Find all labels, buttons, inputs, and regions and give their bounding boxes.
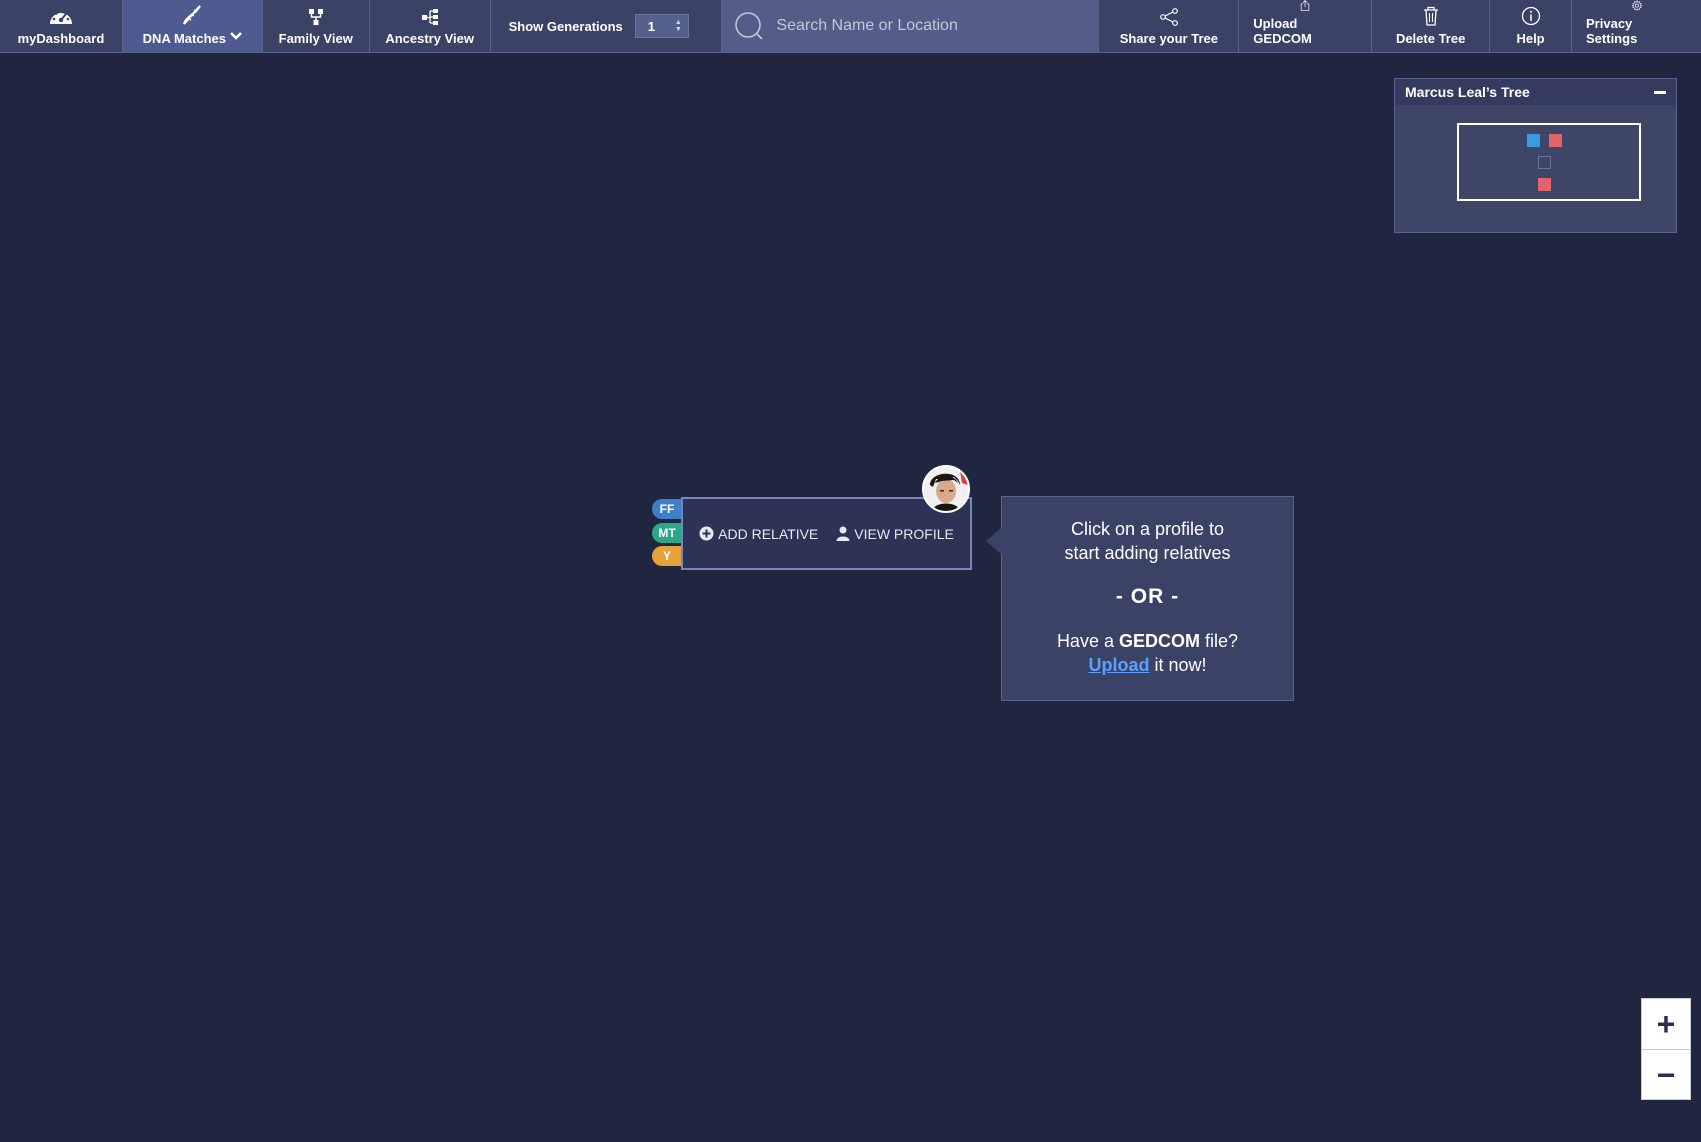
- tooltip-have-a: Have a: [1056, 631, 1114, 651]
- minimize-icon[interactable]: [1654, 90, 1666, 94]
- badge-y[interactable]: Y: [652, 546, 682, 566]
- tooltip-line-2: start adding relatives: [1064, 543, 1231, 563]
- nav-share-tree[interactable]: Share your Tree: [1099, 0, 1240, 52]
- nav-help-label: Help: [1516, 31, 1545, 46]
- nav-ancestry-view[interactable]: Ancestry View: [370, 0, 491, 52]
- nav-upload-gedcom[interactable]: Upload GEDCOM: [1239, 0, 1373, 52]
- nav-upload-label: Upload GEDCOM: [1253, 16, 1312, 46]
- gear-icon: [1631, 0, 1642, 11]
- view-profile-label: VIEW PROFILE: [854, 525, 954, 542]
- nav-share-label: Share your Tree: [1119, 31, 1218, 46]
- user-icon: [836, 526, 850, 541]
- nav-help[interactable]: Help: [1490, 0, 1573, 52]
- zoom-out-button[interactable]: −: [1642, 1049, 1690, 1100]
- person-card[interactable]: ADD RELATIVE VIEW PROFILE: [681, 497, 972, 570]
- dna-helix-icon: [183, 5, 202, 25]
- nav-privacy-settings[interactable]: Privacy Settings: [1572, 0, 1701, 52]
- add-relative-button[interactable]: ADD RELATIVE: [699, 526, 818, 542]
- nav-family-view-label: Family View: [278, 31, 353, 46]
- upload-icon: [1301, 0, 1310, 11]
- tooltip-upload-line: Upload it now!: [1002, 653, 1293, 677]
- top-navigation-bar: myDashboard DNA Matches Family View Ance…: [0, 0, 1701, 53]
- upload-link[interactable]: Upload: [1088, 655, 1149, 675]
- nav-dna-matches[interactable]: DNA Matches: [122, 0, 263, 52]
- search-input[interactable]: [774, 16, 1099, 36]
- nav-family-view[interactable]: Family View: [263, 0, 370, 52]
- tree-overview-panel: Marcus Leal’s Tree: [1394, 78, 1677, 233]
- plus-circle-icon: [699, 526, 714, 541]
- avatar-portrait-icon: [924, 467, 968, 511]
- generations-select[interactable]: 1 ▲ ▼: [634, 14, 689, 38]
- nav-ancestry-view-label: Ancestry View: [385, 31, 474, 46]
- nav-delete-label: Delete Tree: [1395, 31, 1466, 46]
- nav-dashboard-label: myDashboard: [17, 31, 105, 46]
- tree-node-female: [1549, 134, 1562, 147]
- tree-panel-header: Marcus Leal’s Tree: [1395, 79, 1676, 105]
- family-tree-icon: [308, 9, 323, 25]
- show-generations-control: Show Generations 1 ▲ ▼: [491, 0, 723, 52]
- zoom-controls: + −: [1641, 998, 1691, 1100]
- add-relative-label: ADD RELATIVE: [718, 525, 819, 542]
- show-generations-label: Show Generations: [508, 18, 623, 34]
- tree-node-male: [1527, 134, 1540, 147]
- tree-node-unknown: [1538, 156, 1551, 169]
- badge-ff[interactable]: FF: [652, 499, 682, 519]
- tooltip-gedcom-line: Have a GEDCOM file?: [1002, 629, 1293, 653]
- tooltip-or: - OR -: [1115, 585, 1180, 608]
- search-bar: [722, 0, 1100, 52]
- view-profile-button[interactable]: VIEW PROFILE: [836, 526, 954, 542]
- share-icon: [1159, 8, 1178, 26]
- chevron-down-icon: [230, 32, 242, 40]
- tree-preview-viewport[interactable]: [1457, 123, 1641, 201]
- nav-delete-tree[interactable]: Delete Tree: [1372, 0, 1491, 52]
- help-tooltip: Click on a profile to start adding relat…: [986, 496, 1294, 701]
- tree-panel-title: Marcus Leal’s Tree: [1405, 84, 1530, 100]
- search-icon: [735, 12, 763, 40]
- trash-icon: [1423, 6, 1438, 26]
- zoom-in-button[interactable]: +: [1642, 999, 1690, 1049]
- tree-node-root: [1538, 178, 1551, 191]
- profile-avatar[interactable]: [922, 465, 970, 513]
- tooltip-it-now: it now!: [1154, 655, 1207, 675]
- nav-dna-matches-label: DNA Matches: [142, 31, 226, 46]
- ancestry-tree-icon: [421, 9, 438, 25]
- nav-dashboard[interactable]: myDashboard: [0, 0, 123, 52]
- tooltip-gedcom: GEDCOM: [1119, 631, 1200, 651]
- tooltip-line-1: Click on a profile to: [1070, 519, 1225, 539]
- badge-mt[interactable]: MT: [652, 523, 682, 543]
- nav-privacy-label: Privacy Settings: [1586, 16, 1638, 46]
- dashboard-gauge-icon: [49, 9, 72, 24]
- tooltip-file: file?: [1205, 631, 1239, 651]
- stepper-arrows-icon: ▲ ▼: [674, 19, 682, 33]
- generations-value: 1: [647, 18, 655, 34]
- info-icon: [1521, 6, 1540, 26]
